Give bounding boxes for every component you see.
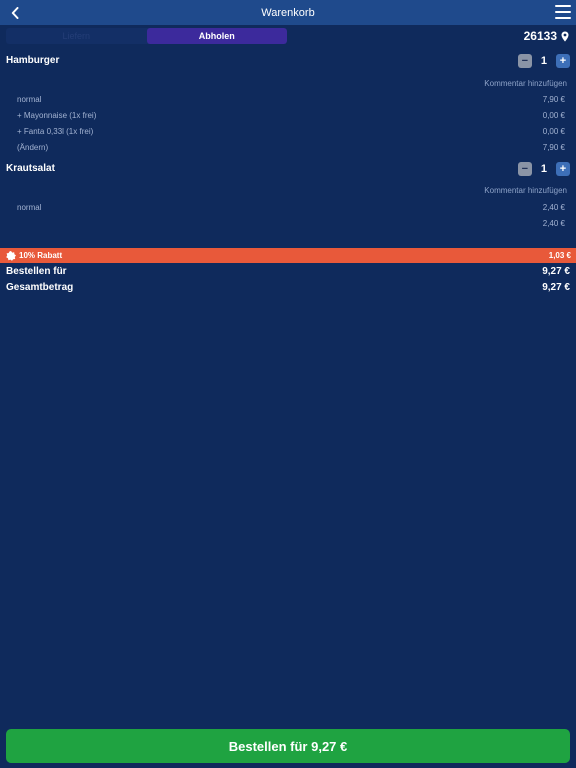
increase-quantity-button[interactable]: + xyxy=(556,54,570,68)
quantity-stepper: − 1 + xyxy=(517,162,570,176)
discount-bar: 10% Rabatt 1,03 € xyxy=(0,248,576,263)
option-label: normal xyxy=(17,95,42,104)
list-item: normal 7,90 € xyxy=(17,95,565,104)
decrease-quantity-button[interactable]: − xyxy=(517,54,532,68)
map-pin-icon xyxy=(561,31,569,41)
total-label: Gesamtbetrag xyxy=(6,282,74,293)
chevron-left-icon xyxy=(11,6,19,19)
quantity-stepper: − 1 + xyxy=(517,54,570,68)
discount-badge-icon xyxy=(6,250,16,261)
option-price: 0,00 € xyxy=(542,111,565,120)
quantity-value: 1 xyxy=(540,163,547,175)
navigation-bar: Warenkorb xyxy=(0,0,576,25)
option-price: 0,00 € xyxy=(542,127,565,136)
hamburger-menu-icon[interactable] xyxy=(555,5,571,19)
list-item: (Ändern) 7,90 € xyxy=(17,143,565,152)
order-for-row: Bestellen für 9,27 € xyxy=(6,266,570,277)
discount-amount: 1,03 € xyxy=(548,251,571,260)
discount-label: 10% Rabatt xyxy=(19,251,63,260)
option-price: 7,90 € xyxy=(542,95,565,104)
option-label: + Mayonnaise (1x frei) xyxy=(17,111,97,120)
cart-item-name: Hamburger xyxy=(6,55,60,66)
page-title: Warenkorb xyxy=(261,6,315,19)
decrease-quantity-button[interactable]: − xyxy=(517,162,532,176)
cart-item-name: Krautsalat xyxy=(6,163,55,174)
order-for-value: 9,27 € xyxy=(542,266,570,277)
order-for-label: Bestellen für xyxy=(6,266,67,277)
back-button[interactable] xyxy=(6,3,24,22)
item-subtotal: 7,90 € xyxy=(542,143,565,152)
option-label: + Fanta 0,33l (1x frei) xyxy=(17,127,94,136)
total-row: Gesamtbetrag 9,27 € xyxy=(6,282,570,293)
change-item-link[interactable]: (Ändern) xyxy=(17,143,48,152)
list-item: normal 2,40 € xyxy=(17,203,565,212)
place-order-button[interactable]: Bestellen für 9,27 € xyxy=(6,729,570,763)
total-value: 9,27 € xyxy=(542,282,570,293)
zip-code: 26133 xyxy=(523,29,557,43)
delivery-mode-toggle: Liefern Abholen xyxy=(6,28,287,44)
option-label: normal xyxy=(17,203,42,212)
location-selector[interactable]: 26133 xyxy=(524,28,569,44)
increase-quantity-button[interactable]: + xyxy=(556,162,570,176)
item-subtotal: 2,40 € xyxy=(542,219,565,228)
quantity-value: 1 xyxy=(540,55,547,67)
tab-delivery[interactable]: Liefern xyxy=(6,28,147,44)
add-comment-link[interactable]: Kommentar hinzufügen xyxy=(484,186,567,195)
list-item: + Mayonnaise (1x frei) 0,00 € xyxy=(17,111,565,120)
list-item: + Fanta 0,33l (1x frei) 0,00 € xyxy=(17,127,565,136)
add-comment-link[interactable]: Kommentar hinzufügen xyxy=(484,79,567,88)
option-price: 2,40 € xyxy=(542,203,565,212)
tab-pickup[interactable]: Abholen xyxy=(146,28,287,44)
